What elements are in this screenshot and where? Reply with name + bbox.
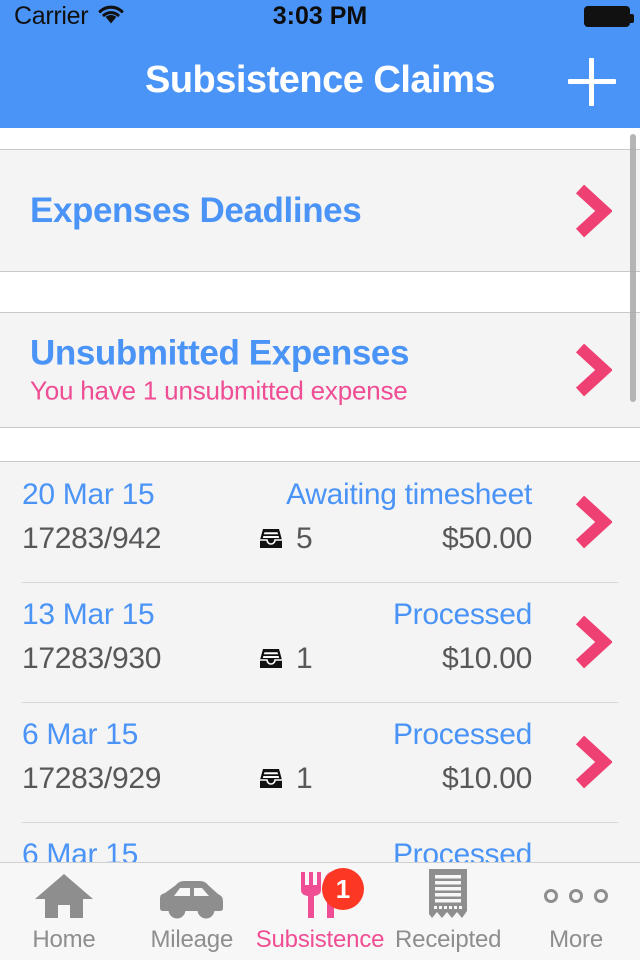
row-separator (22, 702, 618, 703)
ellipsis-icon (544, 872, 609, 920)
claim-amount: $10.00 (442, 762, 532, 795)
claim-date: 20 Mar 15 (22, 478, 155, 511)
notification-badge: 1 (321, 868, 364, 910)
claim-row-bottom: 17283/929 1 $10.00 (22, 762, 640, 808)
claim-status: Awaiting timesheet (286, 478, 532, 511)
battery-full-icon (584, 5, 634, 27)
tab-label: Mileage (150, 926, 234, 953)
spacer-before-list (0, 428, 640, 461)
claim-status: Processed (392, 598, 532, 631)
claim-row-top: 13 Mar 15 Processed (22, 598, 640, 644)
claim-reference: 17283/929 (22, 762, 162, 795)
claim-row-top: 6 Mar 15 Processed (22, 718, 640, 764)
claim-amount: $50.00 (442, 522, 532, 555)
table-row[interactable]: 20 Mar 15 Awaiting timesheet 17283/942 5… (0, 462, 640, 582)
expenses-deadlines-title: Expenses Deadlines (30, 190, 362, 230)
tray-icon (258, 767, 284, 791)
page-title: Subsistence Claims (144, 59, 496, 101)
status-bar-time: 3:03 PM (272, 2, 368, 30)
claim-item-count: 1 (296, 762, 313, 795)
unsubmitted-expenses-row[interactable]: Unsubmitted Expenses You have 1 unsubmit… (0, 312, 640, 428)
claim-item-count: 5 (296, 522, 313, 555)
add-claim-button[interactable] (568, 58, 616, 106)
claim-count-group: 5 (258, 522, 313, 556)
claim-date: 13 Mar 15 (22, 598, 155, 631)
claim-item-count: 1 (296, 642, 313, 675)
tray-icon (258, 527, 284, 551)
claim-count-group: 1 (258, 642, 313, 676)
claim-reference: 17283/942 (22, 522, 162, 555)
unsubmitted-expenses-title: Unsubmitted Expenses (30, 333, 410, 373)
claim-date: 6 Mar 15 (22, 838, 138, 862)
claims-list: 20 Mar 15 Awaiting timesheet 17283/942 5… (0, 461, 640, 862)
app-screen: Carrier 3:03 PM Subsistence Claims Expen… (0, 0, 640, 960)
chevron-right-icon (572, 615, 612, 669)
vertical-scrollbar[interactable] (630, 134, 636, 402)
spacer-top (0, 128, 640, 149)
row-separator (22, 582, 618, 583)
table-row[interactable]: 13 Mar 15 Processed 17283/930 1 $10.00 (0, 582, 640, 702)
ellipsis-dot (569, 889, 584, 903)
tab-more[interactable]: More (512, 863, 640, 960)
claim-status: Processed (392, 718, 532, 751)
unsubmitted-expenses-subtitle: You have 1 unsubmitted expense (30, 375, 408, 406)
claim-row-bottom: 17283/930 1 $10.00 (22, 642, 640, 688)
tab-label: Subsistence (255, 926, 385, 953)
home-icon (33, 872, 95, 920)
claim-row-top: 6 Mar 15 Processed (22, 838, 640, 862)
navigation-bar: Subsistence Claims (0, 32, 640, 128)
table-row[interactable]: 6 Mar 15 Processed 17283/929 1 $10.00 (0, 702, 640, 822)
expenses-deadlines-row[interactable]: Expenses Deadlines (0, 149, 640, 272)
claim-row-top: 20 Mar 15 Awaiting timesheet (22, 478, 640, 524)
chevron-right-icon (572, 495, 612, 549)
claim-amount: $10.00 (442, 642, 532, 675)
tab-home[interactable]: Home (0, 863, 128, 960)
claim-status: Processed (392, 838, 532, 862)
car-icon (156, 872, 228, 920)
tab-label: Receipted (395, 926, 502, 953)
status-bar-right (584, 0, 634, 32)
claim-count-group: 1 (258, 762, 313, 796)
tab-label: Home (32, 926, 96, 953)
claim-row-bottom: 17283/942 5 $50.00 (22, 522, 640, 568)
row-separator (22, 822, 618, 823)
claims-scroll-area[interactable]: Expenses Deadlines Unsubmitted Expenses … (0, 128, 640, 862)
tab-mileage[interactable]: Mileage (128, 863, 256, 960)
plus-icon-vertical (589, 58, 594, 106)
ellipsis-dot (544, 889, 559, 903)
claim-reference: 17283/930 (22, 642, 162, 675)
tab-subsistence[interactable]: 1 Subsistence (255, 863, 385, 960)
tab-receipted[interactable]: Receipted (384, 863, 512, 960)
ellipsis-dot (594, 889, 609, 903)
spacer-between-cards (0, 272, 640, 312)
table-row[interactable]: 6 Mar 15 Processed (0, 822, 640, 862)
chevron-right-icon (572, 735, 612, 789)
status-bar: Carrier 3:03 PM (0, 0, 640, 32)
tray-icon (258, 647, 284, 671)
claim-date: 6 Mar 15 (22, 718, 138, 751)
fork-knife-icon: 1 (294, 868, 364, 920)
tab-bar: Home Mileage 1 Subsistence Receipted Mor… (0, 862, 640, 960)
chevron-right-icon (572, 343, 612, 397)
chevron-right-icon (572, 184, 612, 238)
tab-label: More (549, 926, 603, 953)
receipt-icon (425, 869, 471, 920)
